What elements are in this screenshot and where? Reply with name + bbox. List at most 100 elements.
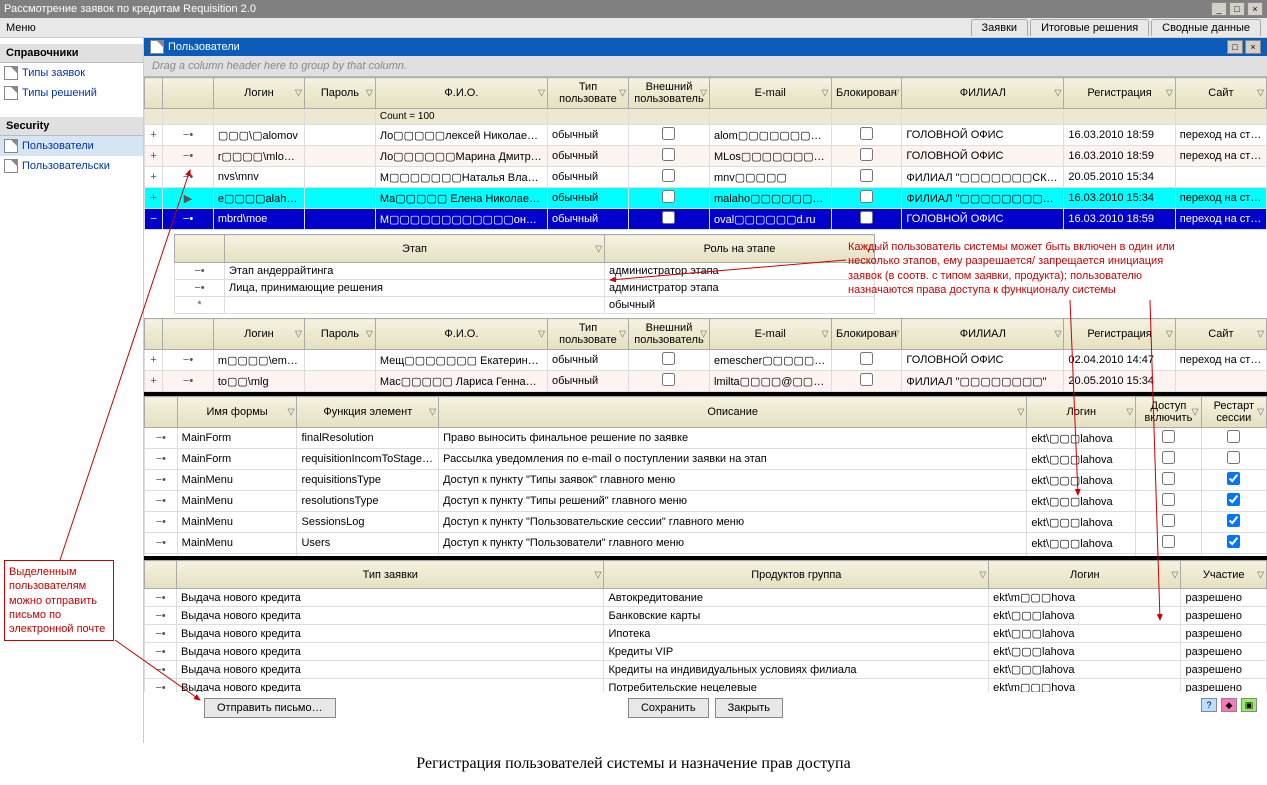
- sidebar-item-request-types[interactable]: Типы заявок: [0, 63, 143, 83]
- blocked-checkbox[interactable]: [860, 127, 873, 140]
- table-row[interactable]: −• Этап андеррайтинга администратор этап…: [175, 263, 875, 280]
- table-row[interactable]: + −• m▢▢▢▢\emescheryak… Мещ▢▢▢▢▢▢▢ Екате…: [145, 350, 1267, 371]
- sidebar-item-user-sessions[interactable]: Пользовательски: [0, 156, 143, 176]
- table-row[interactable]: + ▶ e▢▢▢▢alahova Ма▢▢▢▢▢ Елена Николаевн…: [145, 188, 1267, 209]
- group-by-strip[interactable]: Drag a column header here to group by th…: [144, 56, 1267, 77]
- access-checkbox[interactable]: [1162, 535, 1175, 548]
- table-row[interactable]: −• MainMenu resolutionsType Доступ к пун…: [145, 491, 1267, 512]
- table-row[interactable]: −• MainForm finalResolution Право выноси…: [145, 428, 1267, 449]
- col-email[interactable]: E-mail▽: [709, 78, 831, 109]
- access-checkbox[interactable]: [1162, 493, 1175, 506]
- restart-checkbox[interactable]: [1227, 493, 1240, 506]
- col-branch[interactable]: ФИЛИАЛ▽: [902, 78, 1064, 109]
- col-description[interactable]: Описание▽: [439, 397, 1027, 428]
- table-row[interactable]: + −• nvs\mnv М▢▢▢▢▢▢▢Наталья Владимировн…: [145, 167, 1267, 188]
- col-request-type[interactable]: Тип заявки▽: [177, 561, 604, 589]
- expand-icon[interactable]: +: [145, 167, 163, 188]
- blocked-checkbox[interactable]: [860, 169, 873, 182]
- table-row[interactable]: −• Выдача нового кредита Ипотека ekt\▢▢▢…: [145, 625, 1267, 643]
- col-role[interactable]: Роль на этапе▽: [605, 235, 875, 263]
- menu-item[interactable]: Меню: [6, 22, 36, 34]
- col-registration[interactable]: Регистрация▽: [1064, 78, 1175, 109]
- tab-final-decisions[interactable]: Итоговые решения: [1030, 19, 1149, 36]
- col-access[interactable]: Доступ включить▽: [1136, 397, 1201, 428]
- col-site[interactable]: Сайт▽: [1175, 78, 1266, 109]
- sidebar-item-users[interactable]: Пользователи: [0, 136, 143, 156]
- table-row[interactable]: + −• ▢▢▢\▢alomov Ло▢▢▢▢▢лексей Николаеви…: [145, 125, 1267, 146]
- expand-icon[interactable]: +: [145, 188, 163, 209]
- blocked-checkbox[interactable]: [860, 190, 873, 203]
- expand-icon[interactable]: +: [145, 125, 163, 146]
- col-function[interactable]: Функция элемент▽: [297, 397, 439, 428]
- col-login[interactable]: Логин▽: [989, 561, 1181, 589]
- restart-checkbox[interactable]: [1227, 451, 1240, 464]
- cell-fio: Мещ▢▢▢▢▢▢▢ Екатерина Игоревна: [375, 350, 547, 371]
- col-fio[interactable]: Ф.И.О.▽: [375, 78, 547, 109]
- table-row[interactable]: −• MainMenu SessionsLog Доступ к пункту …: [145, 512, 1267, 533]
- col-blocked[interactable]: Блокирован▽: [831, 78, 902, 109]
- expand-icon[interactable]: −: [145, 209, 163, 230]
- external-checkbox[interactable]: [662, 373, 675, 386]
- panel-close-button[interactable]: ×: [1245, 40, 1261, 54]
- table-row[interactable]: −• MainMenu requisitionsType Доступ к пу…: [145, 470, 1267, 491]
- tool-icon-2[interactable]: ◆: [1221, 698, 1237, 712]
- external-checkbox[interactable]: [662, 127, 675, 140]
- col-product-group[interactable]: Продуктов группа▽: [604, 561, 989, 589]
- tab-summary[interactable]: Сводные данные: [1151, 19, 1261, 36]
- table-row[interactable]: −• Выдача нового кредита Кредиты VIP ekt…: [145, 643, 1267, 661]
- external-checkbox[interactable]: [662, 211, 675, 224]
- col-restart[interactable]: Рестарт сессии▽: [1201, 397, 1266, 428]
- blocked-checkbox[interactable]: [860, 148, 873, 161]
- tool-icon-1[interactable]: ?: [1201, 698, 1217, 712]
- col-type[interactable]: Тип пользовате▽: [547, 78, 628, 109]
- table-row[interactable]: −• Выдача нового кредита Автокредитовани…: [145, 589, 1267, 607]
- restart-checkbox[interactable]: [1227, 514, 1240, 527]
- maximize-button[interactable]: □: [1229, 2, 1245, 16]
- table-row[interactable]: * обычный: [175, 297, 875, 314]
- table-row[interactable]: −• Лица, принимающие решения администрат…: [175, 280, 875, 297]
- access-checkbox[interactable]: [1162, 430, 1175, 443]
- blocked-checkbox[interactable]: [860, 373, 873, 386]
- restart-checkbox[interactable]: [1227, 430, 1240, 443]
- external-checkbox[interactable]: [662, 190, 675, 203]
- col-form-name[interactable]: Имя формы▽: [177, 397, 297, 428]
- close-button[interactable]: ×: [1247, 2, 1263, 16]
- col-login[interactable]: Логин▽: [213, 78, 304, 109]
- col-stage[interactable]: Этап▽: [225, 235, 605, 263]
- send-mail-button[interactable]: Отправить письмо…: [204, 698, 336, 718]
- table-row[interactable]: −• MainForm requisitionIncomToStageNo… Р…: [145, 449, 1267, 470]
- access-checkbox[interactable]: [1162, 451, 1175, 464]
- access-checkbox[interactable]: [1162, 514, 1175, 527]
- save-button[interactable]: Сохранить: [628, 698, 709, 718]
- col-password[interactable]: Пароль▽: [304, 78, 375, 109]
- tab-requests[interactable]: Заявки: [971, 19, 1029, 36]
- expand-icon[interactable]: +: [145, 371, 163, 392]
- panel-max-button[interactable]: □: [1227, 40, 1243, 54]
- table-row[interactable]: −• Выдача нового кредита Банковские карт…: [145, 607, 1267, 625]
- table-row[interactable]: + −• r▢▢▢▢\mloshakova Ло▢▢▢▢▢▢Марина Дми…: [145, 146, 1267, 167]
- sidebar-item-decision-types[interactable]: Типы решений: [0, 83, 143, 103]
- blocked-checkbox[interactable]: [860, 211, 873, 224]
- restart-checkbox[interactable]: [1227, 535, 1240, 548]
- close-button[interactable]: Закрыть: [715, 698, 783, 718]
- tool-icon-3[interactable]: ▣: [1241, 698, 1257, 712]
- minimize-button[interactable]: _: [1211, 2, 1227, 16]
- table-row[interactable]: −• Выдача нового кредита Кредиты на инди…: [145, 661, 1267, 679]
- external-checkbox[interactable]: [662, 148, 675, 161]
- external-checkbox[interactable]: [662, 352, 675, 365]
- table-row[interactable]: − −• mbrd\moe М▢▢▢▢▢▢▢▢▢▢▢▢ономина О.В. …: [145, 209, 1267, 230]
- table-row[interactable]: −• MainMenu Users Доступ к пункту "Польз…: [145, 533, 1267, 554]
- expand-icon[interactable]: +: [145, 350, 163, 371]
- row-indicator: −•: [145, 625, 177, 643]
- col-participation[interactable]: Участие▽: [1181, 561, 1267, 589]
- cell-site: [1175, 167, 1266, 188]
- col-login[interactable]: Логин▽: [1027, 397, 1136, 428]
- col-external[interactable]: Внешний пользователь▽: [628, 78, 709, 109]
- access-checkbox[interactable]: [1162, 472, 1175, 485]
- table-row[interactable]: + −• to▢▢\mlg Мас▢▢▢▢▢ Лариса Геннадьевн…: [145, 371, 1267, 392]
- external-checkbox[interactable]: [662, 169, 675, 182]
- blocked-checkbox[interactable]: [860, 352, 873, 365]
- expand-icon[interactable]: +: [145, 146, 163, 167]
- table-row[interactable]: −• Выдача нового кредита Потребительские…: [145, 679, 1267, 693]
- restart-checkbox[interactable]: [1227, 472, 1240, 485]
